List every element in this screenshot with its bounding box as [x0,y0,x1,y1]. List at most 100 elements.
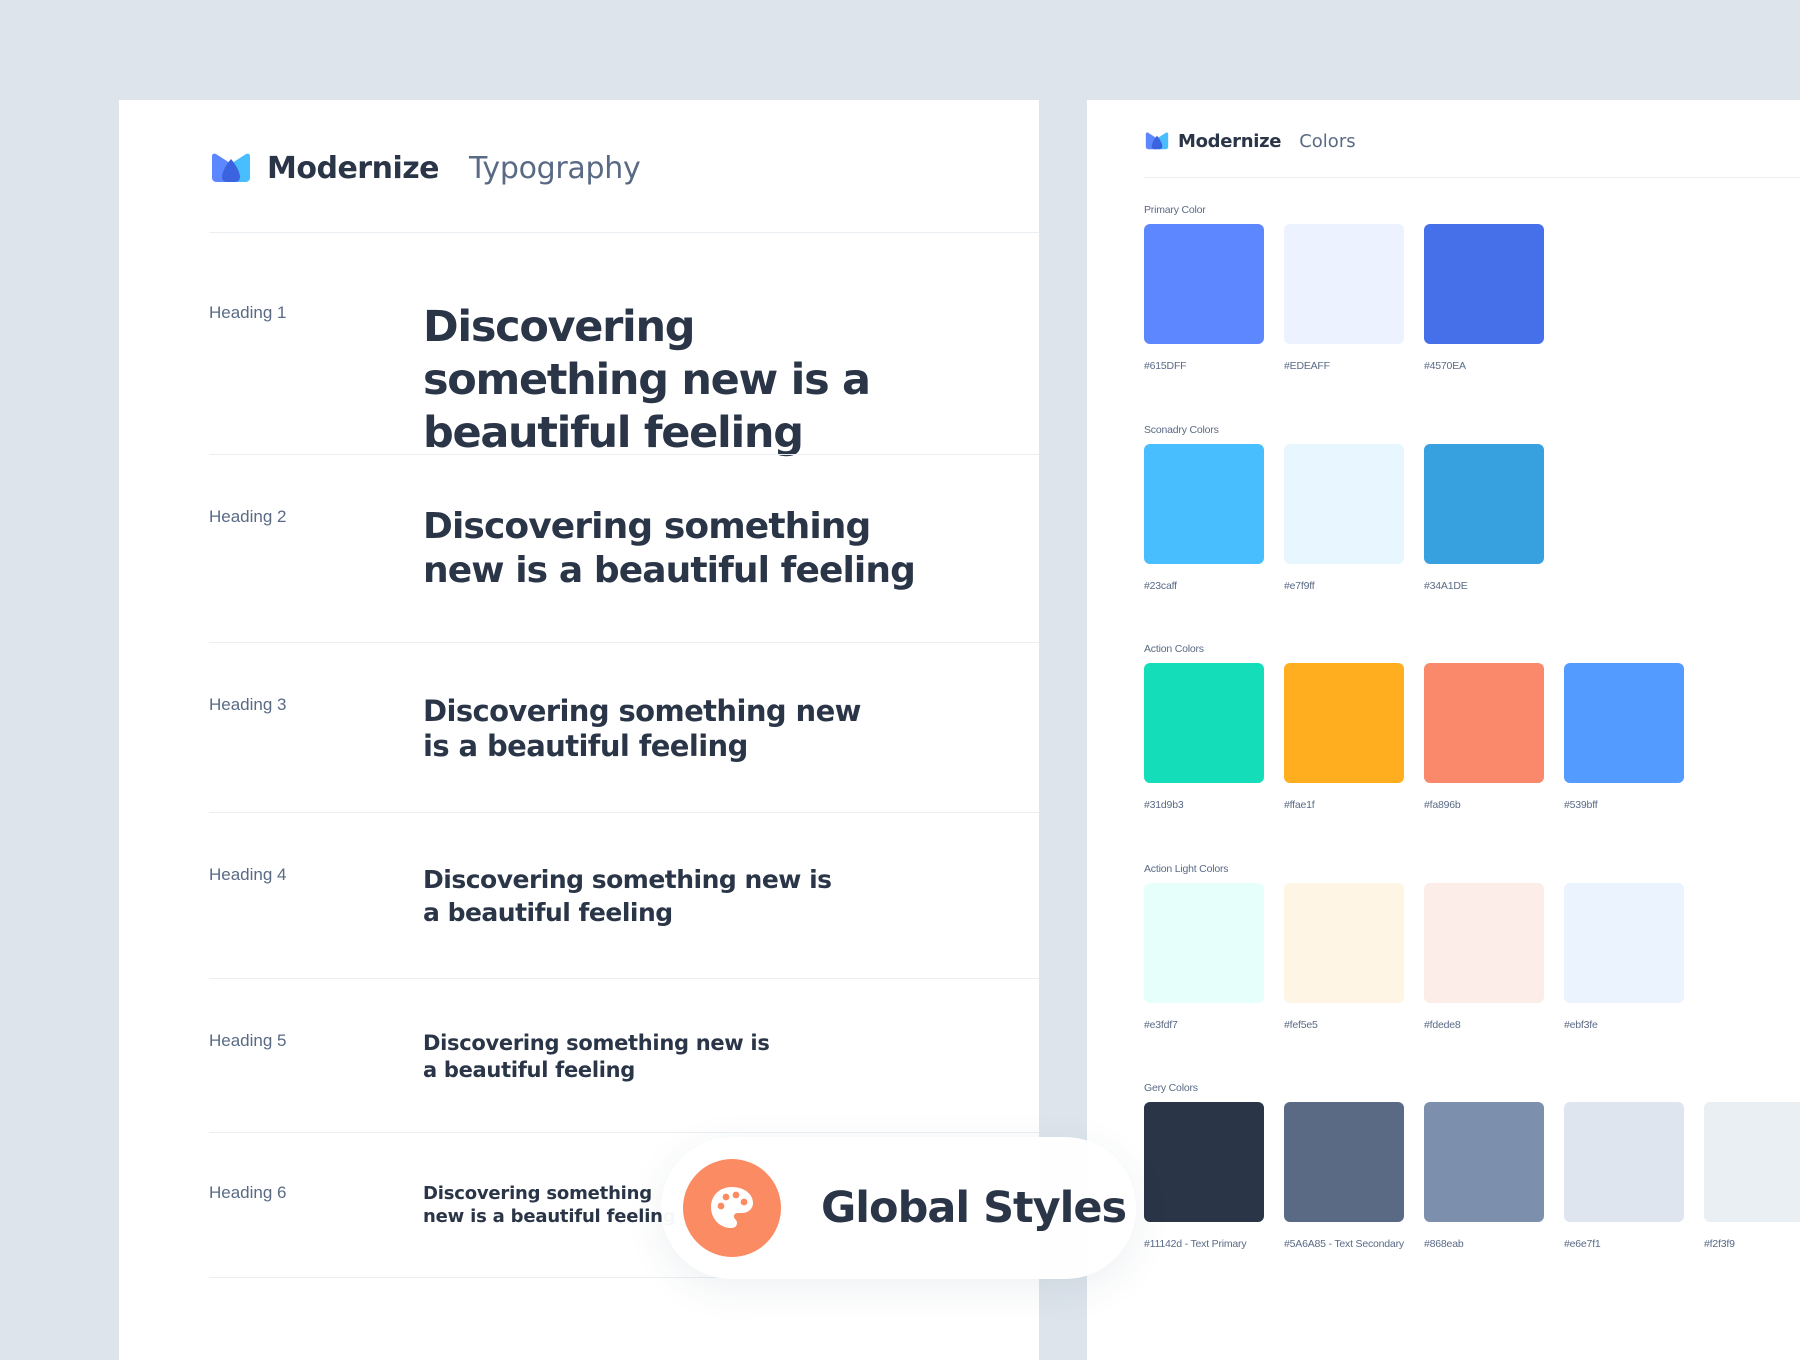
color-groups: Primary Color #615DFF #EDEAFF #4570EA Sconad… [1144,204,1800,1302]
color-swatch[interactable]: #e3fdf7 [1144,882,1264,1031]
color-chip[interactable] [1424,1102,1544,1222]
color-group: Gery Colors #11142d - Text Primary #5A6A85… [1144,1082,1800,1302]
swatch-row: #615DFF #EDEAFF #4570EA [1144,224,1800,372]
color-code: #f2f3f9 [1704,1238,1735,1250]
color-swatch[interactable]: #fdede8 [1424,882,1544,1031]
color-swatch[interactable]: #e6e7f1 [1564,1102,1684,1250]
swatch-row: #31d9b3 #ffae1f #fa896b #539bff [1144,663,1800,811]
colors-header: Modernize Colors [1144,129,1356,153]
heading-level-label: Heading 6 [209,1183,287,1202]
header-divider [1144,177,1800,178]
heading-level-label: Heading 3 [209,695,287,714]
color-swatch[interactable]: #fa896b [1424,663,1544,811]
color-code: #ebf3fe [1564,1018,1598,1031]
color-code: #615DFF [1144,360,1187,372]
color-swatch[interactable]: #ebf3fe [1564,882,1684,1031]
heading-sample: Discovering something new is a beautiful… [423,302,871,458]
modernize-logo-icon [212,153,250,182]
heading-level-label: Heading 4 [209,865,287,884]
color-chip[interactable] [1144,882,1264,1003]
color-swatch[interactable]: #f2f3f9 [1704,1102,1800,1250]
page-title: Colors [1299,130,1356,152]
color-chip[interactable] [1424,663,1544,783]
heading-sample: Discovering something new is a beautiful… [423,865,832,927]
color-chip[interactable] [1284,663,1404,783]
typography-row: Heading 1 Discovering something new is a… [209,232,1039,458]
global-styles-badge[interactable]: Global Styles [661,1137,1136,1279]
color-chip[interactable] [1424,882,1544,1003]
color-chip[interactable] [1704,1102,1800,1222]
swatch-row: #11142d - Text Primary #5A6A85 - Text Sec… [1144,1102,1800,1250]
color-chip[interactable] [1144,224,1264,344]
color-chip[interactable] [1144,443,1264,564]
color-code: #34A1DE [1424,579,1468,592]
color-code: #e6e7f1 [1564,1238,1601,1250]
color-swatch[interactable]: #e7f9ff [1284,443,1404,592]
typography-header: Modernize Typography [209,150,641,186]
color-swatch[interactable]: #11142d - Text Primary [1144,1102,1264,1250]
heading-sample: Discovering something new is a beautiful… [423,1183,676,1227]
heading-level-label: Heading 1 [209,303,287,322]
color-code: #868eab [1424,1238,1464,1250]
color-swatch[interactable]: #4570EA [1424,224,1544,372]
color-group: Primary Color #615DFF #EDEAFF #4570EA [1144,204,1800,424]
color-swatch[interactable]: #fef5e5 [1284,882,1404,1031]
color-code: #4570EA [1424,360,1466,372]
palette-button[interactable] [683,1159,781,1257]
color-chip[interactable] [1424,443,1544,564]
color-swatch[interactable]: #5A6A85 - Text Secondary [1284,1102,1404,1250]
modernize-logo-icon [1145,132,1169,150]
color-code: #11142d - Text Primary [1144,1238,1247,1250]
heading-level-label: Heading 5 [209,1031,287,1050]
color-swatch[interactable]: #868eab [1424,1102,1544,1250]
color-code: #ffae1f [1284,799,1315,811]
color-group-label: Action Light Colors [1144,862,1229,875]
color-group-label: Primary Color [1144,204,1206,216]
global-styles-label: Global Styles [821,1183,1127,1233]
heading-sample: Discovering something new is a beautiful… [423,506,916,591]
color-swatch[interactable]: #ffae1f [1284,663,1404,811]
color-code: #31d9b3 [1144,799,1184,811]
color-swatch[interactable]: #EDEAFF [1284,224,1404,372]
color-chip[interactable] [1564,1102,1684,1222]
color-code: #5A6A85 - Text Secondary [1284,1238,1404,1250]
typography-row: Heading 4 Discovering something new is a… [209,812,1039,978]
swatch-row: #e3fdf7 #fef5e5 #fdede8 #ebf3fe [1144,882,1800,1031]
brand-name: Modernize [267,150,440,186]
color-code: #fdede8 [1424,1018,1461,1031]
heading-level-label: Heading 2 [209,507,287,526]
color-code: #EDEAFF [1284,360,1330,372]
swatch-row: #23caff #e7f9ff #34A1DE [1144,443,1800,592]
typography-row: Heading 2 Discovering something new is a… [209,454,1039,642]
color-code: #23caff [1144,579,1177,592]
brand-name: Modernize [1178,130,1282,152]
color-chip[interactable] [1284,882,1404,1003]
color-group: Action Light Colors #e3fdf7 #fef5e5 #fdede8… [1144,863,1800,1083]
color-chip[interactable] [1284,1102,1404,1222]
color-swatch[interactable]: #31d9b3 [1144,663,1264,811]
color-chip[interactable] [1564,663,1684,783]
color-group: Sconadry Colors #23caff #e7f9ff #34A1DE [1144,424,1800,644]
color-chip[interactable] [1424,224,1544,344]
colors-card: Modernize Colors Primary Color #615DFF #ED… [1087,100,1800,1360]
color-group: Action Colors #31d9b3 #ffae1f #fa896b #539bf… [1144,643,1800,863]
color-chip[interactable] [1284,443,1404,564]
color-swatch[interactable]: #23caff [1144,443,1264,592]
color-chip[interactable] [1284,224,1404,344]
color-code: #fef5e5 [1284,1018,1318,1031]
color-chip[interactable] [1144,663,1264,783]
color-code: #539bff [1564,799,1598,811]
color-swatch[interactable]: #539bff [1564,663,1684,811]
heading-sample: Discovering something new is a beautiful… [423,1031,770,1082]
typography-row: Heading 3 Discovering something new is a… [209,642,1039,812]
color-swatch[interactable]: #34A1DE [1424,443,1544,592]
palette-icon [711,1187,753,1228]
color-code: #e7f9ff [1284,579,1315,592]
showcase-canvas: Modernize Typography Heading 1 Discoveri… [0,0,1800,1360]
typography-row: Heading 5 Discovering something new is a… [209,978,1039,1132]
color-chip[interactable] [1144,1102,1264,1222]
color-swatch[interactable]: #615DFF [1144,224,1264,372]
color-chip[interactable] [1564,882,1684,1003]
color-code: #e3fdf7 [1144,1018,1178,1031]
color-group-label: Sconadry Colors [1144,423,1219,436]
